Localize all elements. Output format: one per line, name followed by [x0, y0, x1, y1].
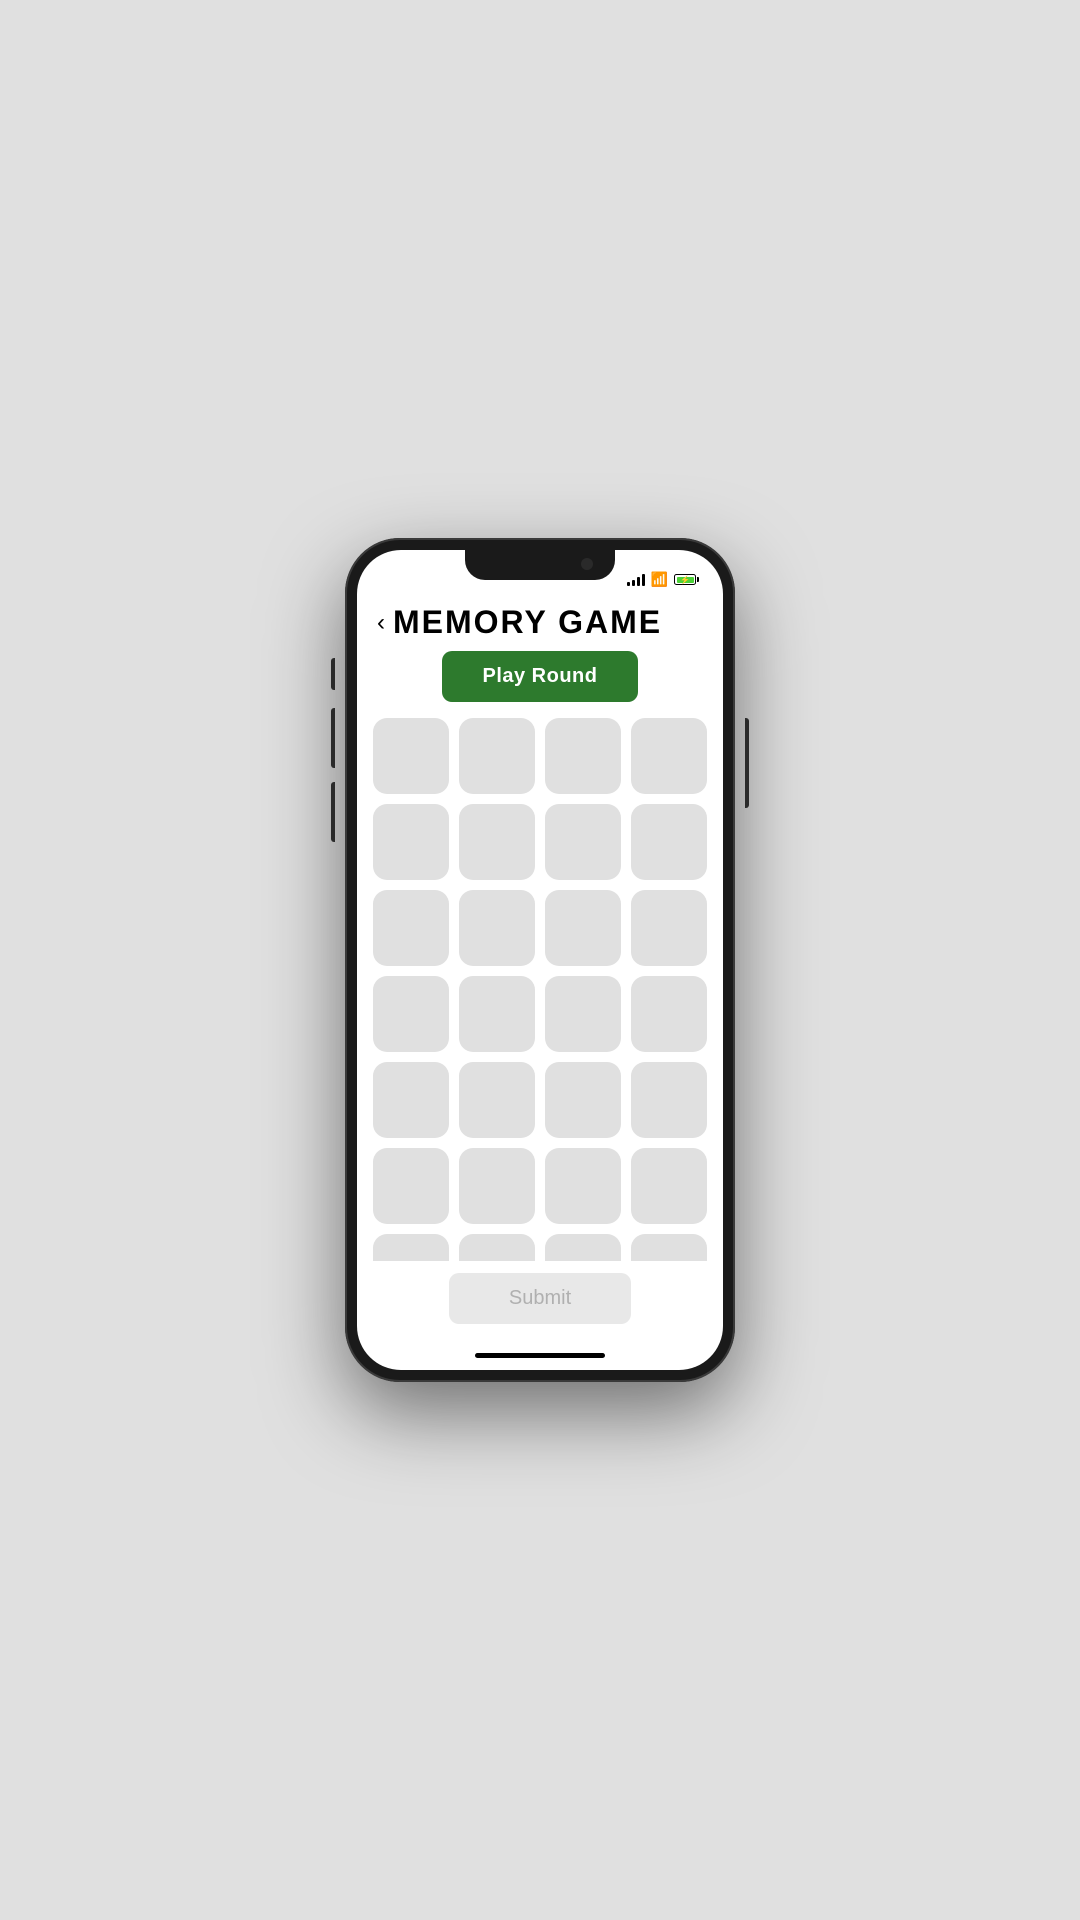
volume-mute-button	[331, 658, 335, 690]
play-round-container: Play Round	[357, 651, 723, 718]
volume-up-button	[331, 708, 335, 768]
card-grid	[373, 718, 707, 1261]
signal-bar-4	[642, 574, 645, 586]
memory-card[interactable]	[631, 804, 707, 880]
back-button[interactable]: ‹	[377, 609, 385, 637]
memory-card[interactable]	[631, 1234, 707, 1261]
battery-icon: ⚡	[674, 574, 699, 585]
memory-card[interactable]	[373, 890, 449, 966]
app-content: ‹ MEMORY GAME Play Round Submit	[357, 594, 723, 1370]
memory-card[interactable]	[545, 1234, 621, 1261]
memory-card[interactable]	[459, 1062, 535, 1138]
memory-card[interactable]	[459, 718, 535, 794]
memory-card[interactable]	[545, 976, 621, 1052]
power-button	[745, 718, 749, 808]
battery-bolt: ⚡	[680, 575, 690, 584]
memory-card[interactable]	[631, 890, 707, 966]
memory-card[interactable]	[459, 976, 535, 1052]
submit-button[interactable]: Submit	[449, 1273, 631, 1324]
memory-card[interactable]	[545, 890, 621, 966]
memory-card[interactable]	[373, 1234, 449, 1261]
header: ‹ MEMORY GAME	[357, 604, 723, 651]
signal-bar-1	[627, 582, 630, 586]
card-grid-container	[357, 718, 723, 1261]
page-title: MEMORY GAME	[393, 604, 662, 641]
memory-card[interactable]	[545, 804, 621, 880]
memory-card[interactable]	[459, 1148, 535, 1224]
battery-tip	[697, 577, 699, 582]
phone-screen: 📶 ⚡ ‹ MEMORY GAME Play Round	[357, 550, 723, 1370]
memory-card[interactable]	[373, 718, 449, 794]
status-icons: 📶 ⚡	[627, 571, 699, 588]
volume-down-button	[331, 782, 335, 842]
memory-card[interactable]	[631, 1062, 707, 1138]
home-indicator	[357, 1340, 723, 1370]
memory-card[interactable]	[545, 718, 621, 794]
phone-frame: 📶 ⚡ ‹ MEMORY GAME Play Round	[345, 538, 735, 1382]
signal-bar-2	[632, 580, 635, 586]
memory-card[interactable]	[545, 1062, 621, 1138]
memory-card[interactable]	[459, 890, 535, 966]
home-bar	[475, 1353, 605, 1358]
signal-bar-3	[637, 577, 640, 586]
memory-card[interactable]	[373, 1062, 449, 1138]
memory-card[interactable]	[459, 804, 535, 880]
memory-card[interactable]	[373, 804, 449, 880]
memory-card[interactable]	[631, 1148, 707, 1224]
memory-card[interactable]	[459, 1234, 535, 1261]
camera-icon	[581, 558, 593, 570]
signal-icon	[627, 574, 645, 586]
memory-card[interactable]	[545, 1148, 621, 1224]
notch	[465, 550, 615, 580]
wifi-icon: 📶	[651, 571, 668, 588]
play-round-button[interactable]: Play Round	[442, 651, 637, 702]
memory-card[interactable]	[373, 976, 449, 1052]
memory-card[interactable]	[373, 1148, 449, 1224]
memory-card[interactable]	[631, 718, 707, 794]
submit-container: Submit	[357, 1261, 723, 1340]
battery-body: ⚡	[674, 574, 696, 585]
memory-card[interactable]	[631, 976, 707, 1052]
